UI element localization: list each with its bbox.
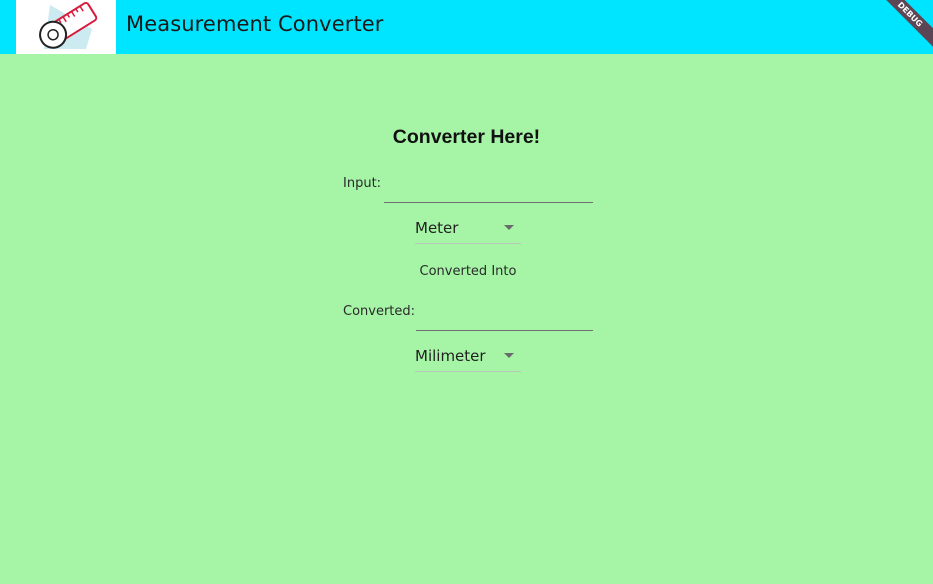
- app-title: Measurement Converter: [126, 12, 384, 36]
- app-logo: [16, 0, 116, 54]
- from-unit-dropdown[interactable]: Meter: [415, 215, 521, 244]
- input-field[interactable]: [384, 180, 593, 203]
- converted-into-text: Converted Into: [419, 264, 517, 279]
- from-unit-selected: Meter: [415, 219, 459, 237]
- page-heading: Converter Here!: [392, 126, 541, 148]
- measuring-tape-icon: [39, 1, 98, 49]
- to-unit-selected: Milimeter: [415, 347, 486, 365]
- dropdown-arrow-icon: [504, 353, 514, 358]
- app-bar: Measurement Converter DEBUG: [0, 0, 933, 54]
- converted-field[interactable]: [416, 308, 593, 331]
- debug-banner: DEBUG: [873, 0, 933, 51]
- input-label: Input:: [343, 176, 382, 191]
- converted-label: Converted:: [343, 304, 416, 319]
- to-unit-dropdown[interactable]: Milimeter: [415, 343, 521, 372]
- dropdown-arrow-icon: [504, 225, 514, 230]
